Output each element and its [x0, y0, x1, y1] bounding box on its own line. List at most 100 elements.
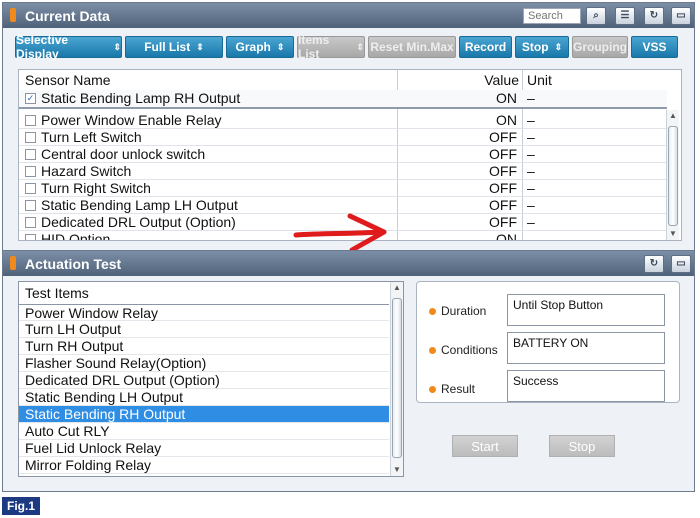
list-item[interactable]: Turn LH Output — [19, 321, 389, 338]
row-checkbox[interactable] — [25, 183, 36, 194]
sensor-unit: – — [527, 90, 535, 106]
graph-button[interactable]: Graph ⇕ — [226, 36, 294, 58]
list-item[interactable]: Mirror Folding Relay — [19, 457, 389, 474]
sensor-value: OFF — [489, 146, 517, 162]
result-value: Success — [507, 370, 665, 402]
sensor-unit: – — [527, 163, 535, 179]
search-input[interactable] — [523, 8, 581, 24]
search-icon[interactable]: ⌕ — [586, 7, 606, 25]
retry-icon[interactable]: ↻ — [644, 7, 664, 25]
list-view-icon[interactable]: ☰ — [615, 7, 635, 25]
row-checkbox[interactable]: ✓ — [25, 93, 36, 104]
items-list-button[interactable]: Items List ⇕ — [297, 33, 365, 61]
table-row[interactable]: Power Window Enable Relay ON – — [19, 112, 667, 129]
sensor-name: Turn Right Switch — [41, 180, 151, 196]
sensor-name: Static Bending Lamp RH Output — [41, 90, 241, 106]
maximize-icon[interactable]: ▭ — [671, 255, 691, 273]
scroll-down-icon[interactable]: ▼ — [391, 464, 403, 476]
scroll-up-icon[interactable]: ▲ — [667, 110, 679, 122]
table-header: Sensor Name Value Unit — [19, 70, 681, 90]
table-row[interactable]: Hazard Switch OFF – — [19, 163, 667, 180]
sensor-name: Static Bending Lamp LH Output — [41, 197, 238, 213]
row-checkbox[interactable] — [25, 132, 36, 143]
sensor-unit: – — [527, 112, 535, 128]
vss-button[interactable]: VSS — [631, 36, 678, 58]
row-checkbox[interactable] — [25, 149, 36, 160]
sensor-value: OFF — [489, 129, 517, 145]
actuation-test-title: Actuation Test — [25, 256, 122, 272]
conditions-label: Conditions — [429, 343, 498, 357]
panel-marker-icon — [10, 8, 16, 22]
retry-icon[interactable]: ↻ — [644, 255, 664, 273]
list-item[interactable]: Flasher Sound Relay(Option) — [19, 355, 389, 372]
bullet-icon — [429, 386, 436, 393]
scroll-thumb[interactable] — [668, 126, 678, 226]
row-checkbox[interactable] — [25, 200, 36, 211]
actuation-test-panel: Actuation Test ↻ ▭ Test Items Power Wind… — [2, 250, 695, 492]
sensor-name: Turn Left Switch — [41, 129, 142, 145]
result-label: Result — [429, 382, 475, 396]
sensor-unit: – — [527, 146, 535, 162]
grouping-button[interactable]: Grouping — [572, 36, 628, 58]
list-item[interactable]: Power Window Relay — [19, 304, 389, 321]
sensor-name: Power Window Enable Relay — [41, 112, 222, 128]
sensor-name: Central door unlock switch — [41, 146, 206, 162]
table-row[interactable]: Turn Left Switch OFF – — [19, 129, 667, 146]
test-items-header: Test Items — [25, 285, 89, 301]
scroll-down-icon[interactable]: ▼ — [667, 228, 679, 240]
current-data-title: Current Data — [25, 8, 110, 24]
toolbar: Selective Display ⇕ Full List ⇕ Graph ⇕ Ite… — [3, 33, 694, 62]
sensor-unit: – — [527, 231, 535, 241]
column-value: Value — [484, 72, 519, 88]
row-checkbox[interactable] — [25, 217, 36, 228]
reset-min-max-button[interactable]: Reset Min.Max — [368, 36, 456, 58]
column-sensor-name: Sensor Name — [25, 72, 111, 88]
sensor-unit: – — [527, 129, 535, 145]
actuation-test-titlebar: Actuation Test ↻ ▭ — [3, 251, 694, 276]
sensor-unit: – — [527, 214, 535, 230]
figure-label: Fig.1 — [2, 497, 40, 515]
start-button[interactable]: Start — [452, 435, 518, 457]
sensor-name: Hazard Switch — [41, 163, 132, 179]
sensor-name: HID Option — [41, 231, 111, 241]
sensor-value: ON — [496, 112, 517, 128]
full-list-button[interactable]: Full List ⇕ — [125, 36, 223, 58]
row-checkbox[interactable] — [25, 115, 36, 126]
scroll-thumb[interactable] — [392, 298, 402, 458]
selective-display-button[interactable]: Selective Display ⇕ — [15, 33, 122, 61]
sensor-value: OFF — [489, 180, 517, 196]
list-scrollbar[interactable]: ▲ ▼ — [390, 282, 403, 476]
panel-marker-icon — [10, 256, 16, 270]
duration-value: Until Stop Button — [507, 294, 665, 326]
list-item[interactable]: Static Bending LH Output — [19, 389, 389, 406]
sensor-value: ON — [496, 90, 517, 106]
column-unit: Unit — [527, 72, 552, 88]
row-checkbox[interactable] — [25, 234, 36, 240]
list-item[interactable]: Dedicated DRL Output (Option) — [19, 372, 389, 389]
stop-record-button[interactable]: Stop ⇕ — [515, 36, 569, 58]
bullet-icon — [429, 308, 436, 315]
table-row[interactable]: Central door unlock switch OFF – — [19, 146, 667, 163]
row-checkbox[interactable] — [25, 166, 36, 177]
sensor-value: ON — [496, 231, 517, 241]
current-data-titlebar: Current Data ⌕ ☰ ↻ ▭ — [3, 3, 694, 28]
test-info-box: Duration Until Stop Button Conditions BA… — [416, 281, 680, 403]
maximize-icon[interactable]: ▭ — [671, 7, 691, 25]
list-item[interactable]: Turn RH Output — [19, 338, 389, 355]
red-arrow-annotation — [293, 213, 387, 253]
conditions-value: BATTERY ON — [507, 332, 665, 364]
sensor-value: OFF — [489, 163, 517, 179]
sensor-name: Dedicated DRL Output (Option) — [41, 214, 236, 230]
list-item[interactable]: Auto Cut RLY — [19, 423, 389, 440]
sensor-value: OFF — [489, 214, 517, 230]
table-scrollbar[interactable]: ▲ ▼ — [666, 110, 679, 240]
duration-label: Duration — [429, 304, 486, 318]
list-item[interactable]: Fuel Lid Unlock Relay — [19, 440, 389, 457]
list-item-selected[interactable]: Static Bending RH Output — [19, 406, 389, 423]
table-row[interactable]: Turn Right Switch OFF – — [19, 180, 667, 197]
scroll-up-icon[interactable]: ▲ — [391, 282, 403, 294]
pinned-row[interactable]: ✓ Static Bending Lamp RH Output ON – — [19, 90, 667, 109]
bullet-icon — [429, 347, 436, 354]
record-button[interactable]: Record — [459, 36, 512, 58]
stop-button[interactable]: Stop — [549, 435, 615, 457]
